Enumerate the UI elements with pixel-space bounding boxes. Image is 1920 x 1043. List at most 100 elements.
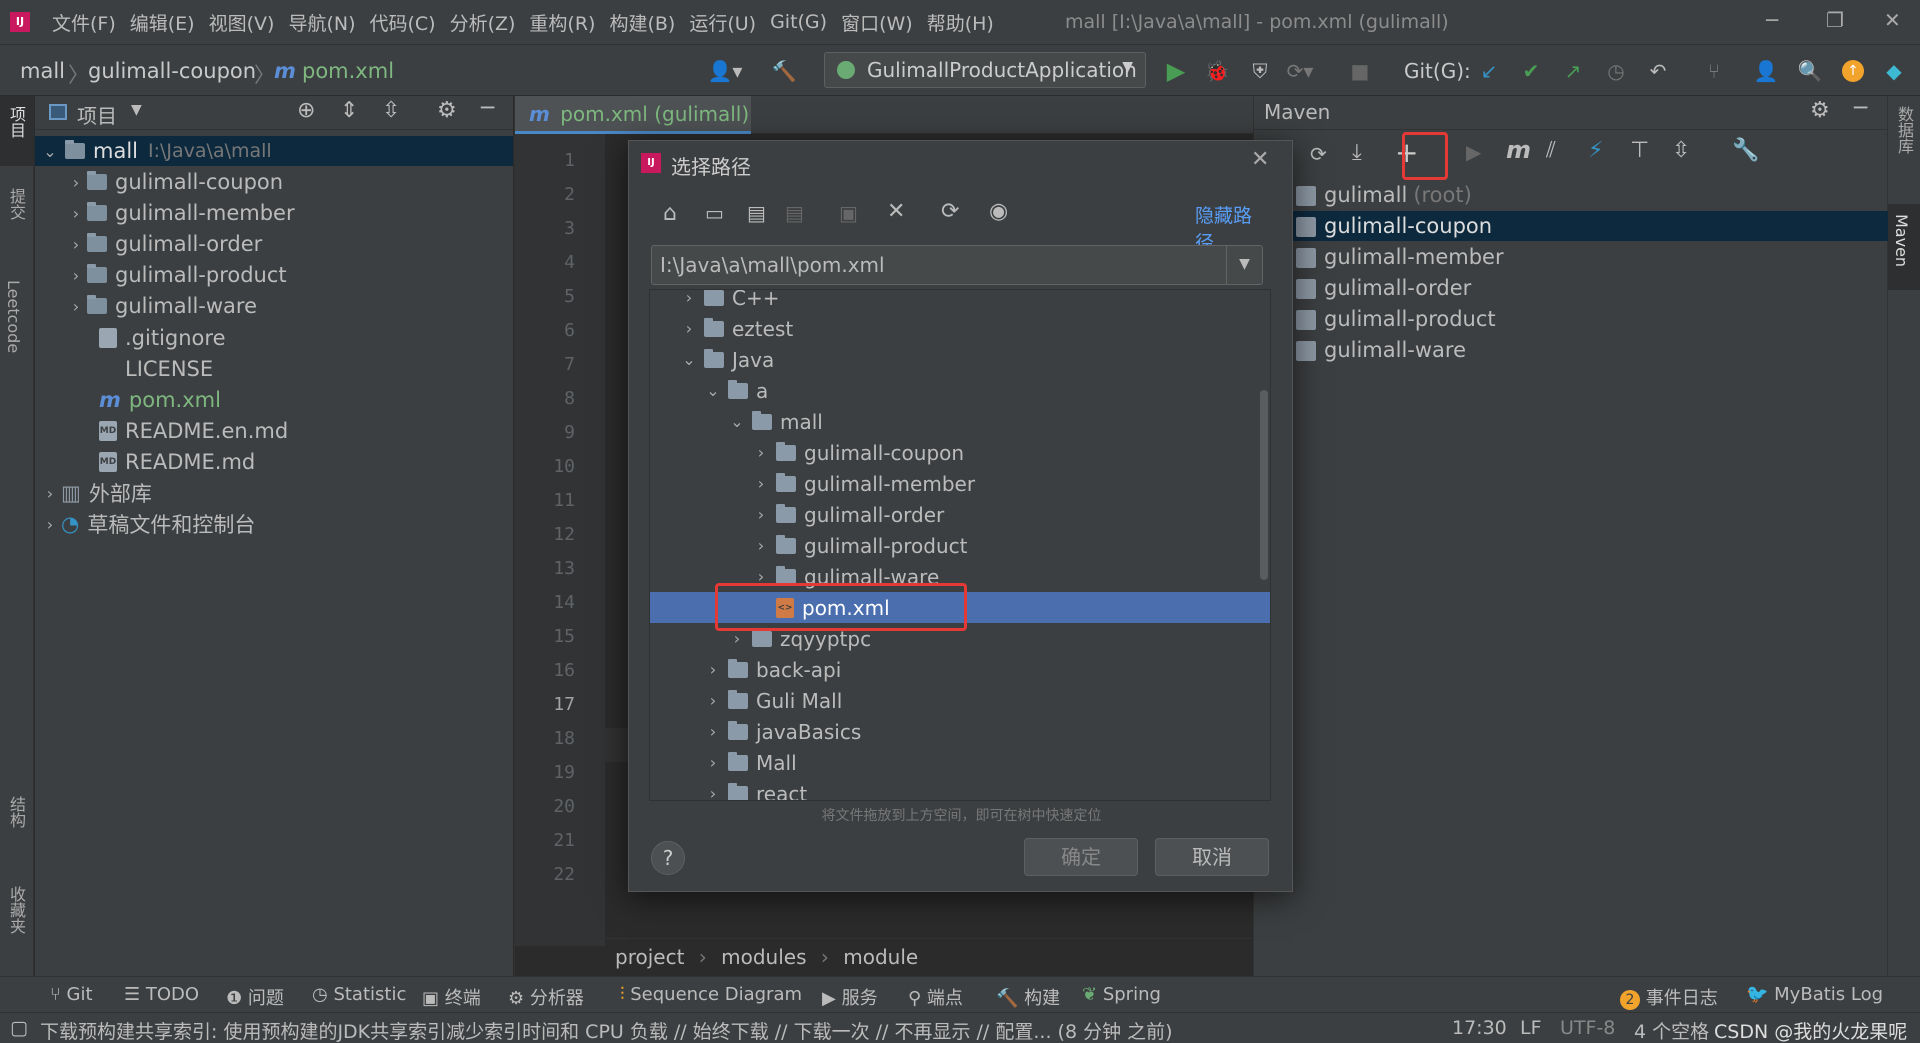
- tree-scrollbar[interactable]: [1260, 390, 1268, 580]
- chevron-right-icon[interactable]: ›: [702, 753, 724, 772]
- tab-project[interactable]: 项目: [4, 106, 28, 138]
- tree-item-module[interactable]: › gulimall-order: [65, 229, 262, 259]
- chevron-expanded-icon[interactable]: ⌄: [702, 381, 724, 400]
- refresh-icon[interactable]: ⟳: [941, 199, 959, 224]
- chevron-right-icon[interactable]: ›: [750, 505, 772, 524]
- menu-navigate[interactable]: 导航(N): [288, 9, 355, 36]
- chevron-right-icon[interactable]: ›: [65, 297, 87, 316]
- delete-icon[interactable]: ✕: [887, 199, 905, 224]
- chevron-right-icon[interactable]: ›: [750, 443, 772, 462]
- close-icon[interactable]: ✕: [1251, 147, 1269, 172]
- reimport-icon[interactable]: ⟳: [1310, 142, 1327, 166]
- menu-analyze[interactable]: 分析(Z): [450, 9, 516, 36]
- tree-item-file[interactable]: m pom.xml: [99, 385, 221, 415]
- chevron-expanded-icon[interactable]: ⌄: [726, 412, 748, 431]
- editor-breadcrumb-item[interactable]: module: [843, 945, 918, 969]
- menu-build[interactable]: 构建(B): [609, 9, 675, 36]
- dialog-tree-folder[interactable]: › javaBasics: [650, 716, 1270, 747]
- new-folder-icon[interactable]: ▣: [839, 201, 858, 225]
- tab-commit[interactable]: 提交: [4, 188, 28, 220]
- run-icon[interactable]: ▶: [1162, 57, 1190, 85]
- project-dir-icon[interactable]: ▤: [747, 201, 766, 225]
- hide-panel-icon[interactable]: ─: [1854, 96, 1867, 121]
- status-toggle-icon[interactable]: ▢: [10, 1017, 28, 1039]
- menu-help[interactable]: 帮助(H): [927, 9, 994, 36]
- desktop-icon[interactable]: ▭: [705, 201, 724, 225]
- tree-item-module[interactable]: › gulimall-product: [65, 260, 287, 290]
- dialog-tree-folder[interactable]: › react: [650, 778, 1270, 800]
- breadcrumb-root[interactable]: mall: [20, 59, 65, 83]
- services-tool-button[interactable]: ▶ 服务: [822, 984, 878, 1010]
- maven-project-item[interactable]: gulimall (root): [1254, 180, 1888, 210]
- maven-project-item[interactable]: gulimall-ware: [1254, 335, 1888, 365]
- chevron-right-icon[interactable]: ›: [65, 204, 87, 223]
- chevron-right-icon[interactable]: ›: [750, 536, 772, 555]
- menu-refactor[interactable]: 重构(R): [529, 9, 595, 36]
- maven-project-item[interactable]: gulimall-order: [1254, 273, 1888, 303]
- tree-item-scratches[interactable]: › ◔ 草稿文件和控制台: [39, 509, 256, 539]
- path-input[interactable]: I:\Java\a\mall\pom.xml ▼: [651, 245, 1263, 285]
- chevron-right-icon[interactable]: ›: [39, 515, 61, 534]
- coverage-icon[interactable]: ⛨: [1246, 57, 1274, 85]
- tree-item-external-libs[interactable]: › ▥ 外部库: [39, 478, 152, 508]
- home-icon[interactable]: ⌂: [663, 201, 677, 226]
- gear-icon[interactable]: ⚙: [437, 98, 457, 123]
- chevron-right-icon[interactable]: ›: [678, 290, 700, 307]
- chevron-right-icon[interactable]: ›: [702, 660, 724, 679]
- tab-structure[interactable]: 结构: [4, 796, 28, 828]
- editor-breadcrumb-item[interactable]: project: [615, 945, 684, 969]
- profile-icon[interactable]: ⟳▾: [1286, 57, 1314, 85]
- chevron-right-icon[interactable]: ›: [65, 266, 87, 285]
- restore-icon[interactable]: ❐: [1826, 8, 1844, 32]
- chevron-right-icon[interactable]: ›: [702, 784, 724, 800]
- history-dropdown-button[interactable]: ▼: [1226, 246, 1262, 284]
- event-log-button[interactable]: 2 事件日志: [1620, 984, 1718, 1010]
- git-tool-button[interactable]: ⑂ Git: [50, 984, 93, 1005]
- statistic-tool-button[interactable]: ◷ Statistic: [312, 984, 406, 1005]
- tab-favorites[interactable]: 收藏夹: [4, 886, 28, 934]
- maven-project-item-selected[interactable]: gulimall-coupon: [1254, 211, 1888, 241]
- chevron-down-icon[interactable]: ▼: [131, 102, 142, 118]
- module-dir-icon[interactable]: ▤: [785, 201, 804, 225]
- expand-all-icon[interactable]: ⇕: [340, 98, 358, 123]
- chevron-right-icon[interactable]: ›: [726, 629, 748, 648]
- chevron-right-icon[interactable]: ›: [678, 319, 700, 338]
- status-message[interactable]: 下载预构建共享索引: 使用预构建的JDK共享索引减少索引时间和 CPU 负载 /…: [40, 1017, 1173, 1043]
- gear-icon[interactable]: ⚙: [1810, 98, 1830, 123]
- search-everywhere-icon[interactable]: 🔍: [1796, 57, 1824, 85]
- show-hidden-icon[interactable]: ◉: [989, 199, 1008, 224]
- close-window-icon[interactable]: ✕: [1884, 8, 1901, 32]
- chevron-right-icon[interactable]: ›: [65, 235, 87, 254]
- hide-panel-icon[interactable]: ─: [481, 96, 494, 121]
- indent-setting[interactable]: 4 个空格: [1634, 1017, 1709, 1043]
- chevron-right-icon[interactable]: ›: [702, 691, 724, 710]
- tree-item-file[interactable]: .gitignore: [99, 323, 226, 353]
- git-push-icon[interactable]: ↗: [1559, 57, 1587, 85]
- locate-icon[interactable]: ⊕: [297, 98, 315, 123]
- build-hammer-icon[interactable]: 🔨: [770, 57, 798, 85]
- tab-database[interactable]: 数据库: [1892, 106, 1916, 154]
- stop-icon[interactable]: ■: [1346, 57, 1374, 85]
- endpoints-tool-button[interactable]: ⚲ 端点: [908, 984, 963, 1010]
- user-dropdown-icon[interactable]: 👤▾: [705, 57, 745, 85]
- cancel-button[interactable]: 取消: [1155, 838, 1269, 876]
- dialog-tree-folder[interactable]: › eztest: [650, 313, 1270, 344]
- dialog-tree-folder[interactable]: › Mall: [650, 747, 1270, 778]
- chevron-right-icon[interactable]: ›: [39, 484, 61, 503]
- maven-project-item[interactable]: gulimall-member: [1254, 242, 1888, 272]
- dialog-tree-folder[interactable]: › gulimall-coupon: [650, 437, 1270, 468]
- profiler-tool-button[interactable]: ⚙ 分析器: [508, 984, 584, 1010]
- git-commit-icon[interactable]: ✔: [1517, 57, 1545, 85]
- git-update-icon[interactable]: ↙: [1475, 57, 1503, 85]
- project-view-select[interactable]: 项目: [77, 100, 117, 129]
- dialog-tree-folder[interactable]: ⌄ mall: [650, 406, 1270, 437]
- menu-git[interactable]: Git(G): [770, 11, 827, 33]
- line-separator[interactable]: LF: [1520, 1017, 1542, 1039]
- branch-icon[interactable]: ⑂: [1700, 57, 1728, 85]
- dialog-tree-folder[interactable]: › gulimall-member: [650, 468, 1270, 499]
- minimize-icon[interactable]: ─: [1766, 8, 1778, 32]
- breadcrumb-module[interactable]: gulimall-coupon: [88, 59, 256, 83]
- tree-item-file[interactable]: MD README.md: [99, 447, 255, 477]
- menu-code[interactable]: 代码(C): [369, 9, 435, 36]
- chevron-expanded-icon[interactable]: ⌄: [39, 142, 61, 161]
